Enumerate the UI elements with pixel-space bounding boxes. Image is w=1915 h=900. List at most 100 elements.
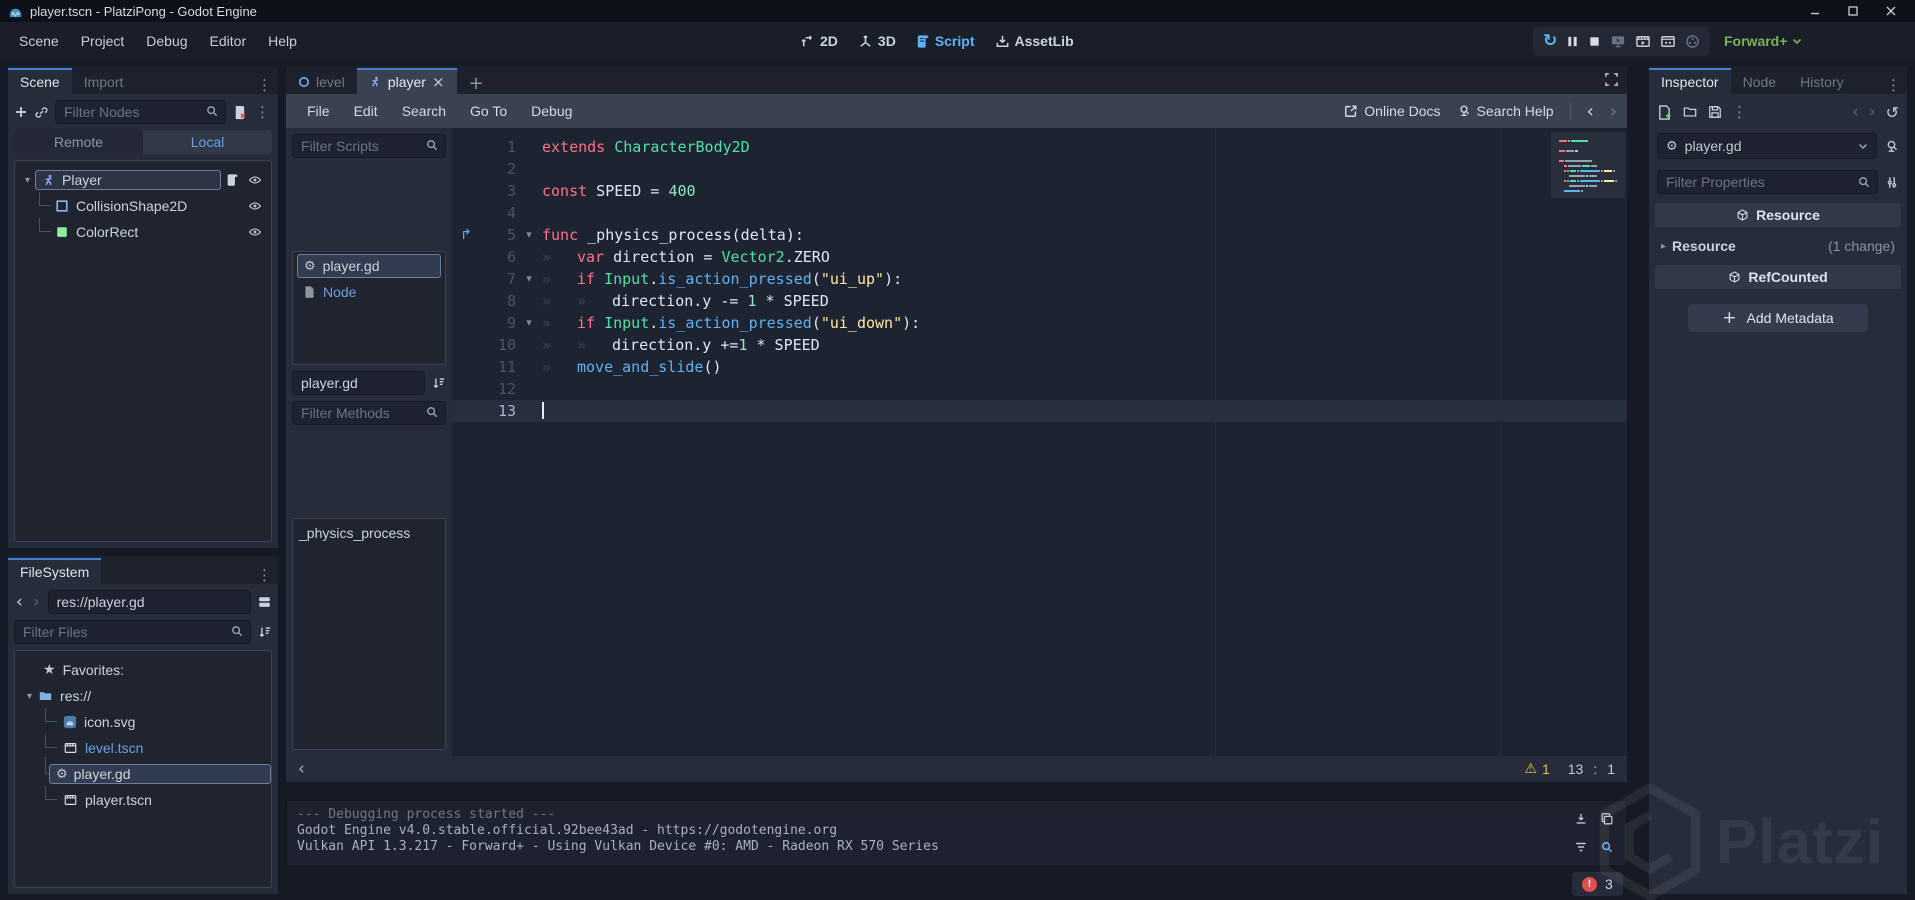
scroll-to-bottom-icon[interactable] [1568,805,1594,833]
code-line[interactable]: 13 [452,400,1627,422]
tab-inspector[interactable]: Inspector [1649,68,1731,94]
file-row-player-tscn[interactable]: player.tscn [15,786,271,813]
sort-files-icon[interactable] [257,625,272,639]
filter-methods-input[interactable] [292,400,446,425]
tab-node[interactable]: Node [1731,68,1788,94]
visibility-eye-icon[interactable] [247,225,263,239]
scene-dock-menu-icon[interactable]: ⋮ [251,76,278,94]
tab-scene[interactable]: Scene [8,68,72,94]
nav-forward-icon[interactable]: › [31,592,42,612]
open-docs-for-object-icon[interactable] [1884,139,1899,154]
expand-editor-icon[interactable] [1604,72,1619,87]
filter-output-icon[interactable] [1568,833,1594,861]
file-row-player-gd[interactable]: ⚙ player.gd [15,757,271,787]
filter-properties-input[interactable] [1657,170,1878,194]
search-help-button[interactable]: Search Help [1457,103,1554,119]
tree-row-collisionshape2d[interactable]: CollisionShape2D [15,192,271,219]
collapse-caret-icon[interactable]: ▾ [27,691,32,702]
script-menu-search[interactable]: Search [391,99,457,123]
warning-counter[interactable]: ⚠ 1 [1524,761,1549,777]
add-node-icon[interactable] [14,105,28,119]
scene-tree-menu-icon[interactable]: ⋮ [253,103,272,121]
tree-row-colorrect[interactable]: ColorRect [15,218,271,245]
script-menu-file[interactable]: File [296,99,341,123]
method-item[interactable]: _physics_process [297,521,441,545]
visibility-eye-icon[interactable] [247,173,263,187]
nav-back-icon[interactable]: ‹ [14,592,25,612]
file-row-favorites[interactable]: ★ Favorites: [15,657,271,683]
code-line[interactable]: 4 [452,202,1627,224]
close-button[interactable] [1885,5,1897,17]
history-forward-icon[interactable]: › [1610,101,1617,122]
new-resource-icon[interactable] [1657,104,1672,120]
code-line[interactable]: 7 ▾» if Input.is_action_pressed("ui_up"): [452,268,1627,290]
attached-script-icon[interactable] [226,173,239,187]
local-button[interactable]: Local [143,130,272,154]
collapse-scripts-panel-icon[interactable]: ‹ [298,759,305,779]
online-docs-button[interactable]: Online Docs [1344,103,1441,119]
menu-editor[interactable]: Editor [199,29,258,53]
sort-methods-icon[interactable] [431,376,446,390]
code-line[interactable]: 1 extends CharacterBody2D [452,136,1627,158]
script-menu-edit[interactable]: Edit [343,99,389,123]
menu-project[interactable]: Project [70,29,136,53]
current-path-field[interactable] [47,590,251,614]
remote-button[interactable]: Remote [14,130,143,154]
play-scene-icon[interactable] [1635,34,1651,49]
copy-output-icon[interactable] [1594,805,1620,833]
tab-history[interactable]: History [1788,68,1856,94]
file-row-root[interactable]: ▾ res:// [15,683,271,709]
inspector-tools-icon[interactable] [1885,175,1899,190]
menu-scene[interactable]: Scene [8,29,70,53]
restart-icon[interactable]: ↻ [1543,31,1557,51]
scene-tab-player[interactable]: player × [356,68,457,94]
tab-filesystem[interactable]: FileSystem [8,558,102,584]
load-resource-folder-icon[interactable] [1682,105,1698,119]
code-editor[interactable]: 1 extends CharacterBody2D 2 3 const SPEED = … [452,128,1627,756]
new-scene-tab-icon[interactable]: + [457,73,496,94]
edited-object-dropdown[interactable]: ⚙ player.gd [1657,133,1877,159]
filter-scripts-input[interactable] [292,134,446,158]
close-tab-icon[interactable]: × [432,73,445,91]
save-icon[interactable] [1708,105,1722,119]
pause-icon[interactable] [1566,35,1579,48]
filesystem-menu-icon[interactable]: ⋮ [251,566,278,584]
menu-debug[interactable]: Debug [135,29,198,53]
movie-maker-icon[interactable] [1685,34,1700,49]
category-resource[interactable]: Resource [1655,203,1901,227]
collapse-caret-icon[interactable]: ▾ [25,175,30,186]
file-row-level-tscn[interactable]: level.tscn [15,734,271,761]
workspace-script-button[interactable]: Script [916,33,975,49]
history-back-icon[interactable]: ‹ [1587,101,1594,122]
workspace-3d-button[interactable]: 3D [858,33,896,49]
scene-tab-level[interactable]: level [286,68,357,94]
code-line[interactable]: 2 [452,158,1627,180]
edit-forward-icon[interactable]: › [1869,102,1876,122]
script-item-node-doc[interactable]: Node [297,280,441,304]
code-line[interactable]: 3 const SPEED = 400 [452,180,1627,202]
script-menu-goto[interactable]: Go To [459,99,518,123]
search-output-icon[interactable] [1594,833,1620,861]
edit-history-icon[interactable]: ↺ [1886,103,1899,122]
fold-caret-icon[interactable]: ▾ [516,312,542,334]
instance-scene-link-icon[interactable] [34,105,49,120]
split-view-icon[interactable] [257,595,272,609]
code-line[interactable]: 12 [452,378,1627,400]
workspace-assetlib-button[interactable]: AssetLib [995,33,1074,49]
menu-help[interactable]: Help [257,29,308,53]
renderer-dropdown[interactable]: Forward+ [1724,22,1802,60]
script-name-field[interactable] [292,370,425,395]
visibility-eye-icon[interactable] [247,199,263,213]
code-line[interactable]: ↱ 5 ▾ func _physics_process(delta): [452,224,1627,246]
code-line[interactable]: 10 »» direction.y +=1 * SPEED [452,334,1627,356]
minimize-button[interactable] [1809,5,1821,17]
maximize-button[interactable] [1847,5,1859,17]
fold-caret-icon[interactable]: ▾ [516,224,542,246]
add-metadata-button[interactable]: + Add Metadata [1688,304,1868,332]
minimap[interactable] [1551,132,1625,752]
workspace-2d-button[interactable]: 2D [800,33,838,49]
code-line[interactable]: 9 ▾» if Input.is_action_pressed("ui_down")… [452,312,1627,334]
script-item-player-gd[interactable]: ⚙ player.gd [297,254,441,279]
code-line[interactable]: 11 » move_and_slide() [452,356,1627,378]
edit-back-icon[interactable]: ‹ [1852,102,1859,122]
